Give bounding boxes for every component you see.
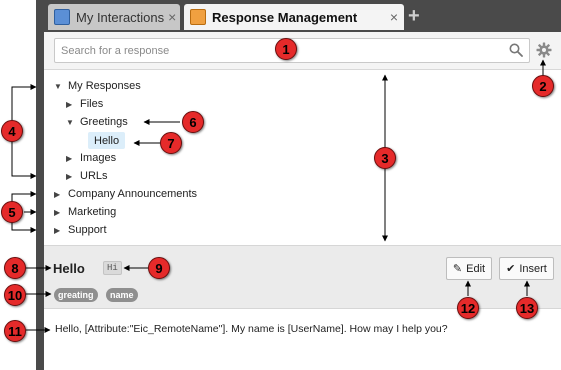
tab-label: Response Management (212, 9, 358, 25)
tree-item-urls[interactable]: ▶ URLs (66, 167, 108, 185)
tree-item-label: Images (80, 152, 117, 164)
tab-label: My Interactions (76, 9, 165, 25)
callout-5: 5 (1, 201, 23, 223)
tree-item-hello[interactable]: Hello (88, 132, 126, 149)
search-area (44, 32, 561, 70)
tree-item-label: My Responses (68, 80, 141, 92)
callout-9: 9 (148, 257, 170, 279)
caret-right-icon[interactable]: ▶ (66, 100, 76, 109)
interactions-icon (54, 9, 70, 25)
callout-3: 3 (374, 147, 396, 169)
caret-down-icon[interactable]: ▼ (66, 118, 76, 127)
callout-6: 6 (182, 111, 204, 133)
edit-button[interactable]: ✎ Edit (446, 257, 492, 280)
tree-item-marketing[interactable]: ▶ Marketing (54, 203, 116, 221)
caret-down-icon[interactable]: ▼ (54, 82, 64, 91)
tree-item-my-responses[interactable]: ▼ My Responses (54, 77, 141, 95)
insert-button[interactable]: ✔ Insert (499, 257, 554, 280)
caret-right-icon[interactable]: ▶ (54, 226, 64, 235)
close-icon[interactable]: × (390, 9, 398, 25)
response-text: Hello, [Attribute:"Eic_RemoteName"]. My … (55, 323, 448, 335)
callout-10: 10 (4, 284, 26, 306)
response-title: Hello (53, 261, 85, 276)
tree-item-greetings[interactable]: ▼ Greetings (66, 113, 128, 131)
keyword-tag: greating (54, 288, 98, 302)
callout-11: 11 (4, 320, 26, 342)
tree-item-label: Hello (94, 134, 120, 147)
tree-item-label: Greetings (80, 116, 128, 128)
caret-right-icon[interactable]: ▶ (54, 208, 64, 217)
response-body: Hello, [Attribute:"Eic_RemoteName"]. My … (44, 310, 561, 370)
tree-item-company-announcements[interactable]: ▶ Company Announcements (54, 185, 197, 203)
callout-8: 8 (4, 257, 26, 279)
callout-4: 4 (1, 120, 23, 142)
response-tree: ▼ My Responses ▶ Files ▼ Greetings Hello… (44, 70, 561, 245)
response-management-icon (190, 9, 206, 25)
tree-item-label: Company Announcements (68, 188, 198, 200)
pencil-icon: ✎ (452, 263, 463, 275)
callout-2: 2 (532, 75, 554, 97)
tree-item-files[interactable]: ▶ Files (66, 95, 103, 113)
insert-button-label: Insert (519, 262, 547, 275)
tree-item-images[interactable]: ▶ Images (66, 149, 116, 167)
tree-item-label: Files (80, 98, 104, 110)
shortcut-badge: Hi (103, 261, 122, 275)
tab-bar: My Interactions × Response Management × … (44, 0, 561, 32)
search-icon[interactable] (509, 43, 523, 57)
tab-my-interactions[interactable]: My Interactions × (48, 4, 180, 30)
caret-right-icon[interactable]: ▶ (66, 172, 76, 181)
caret-right-icon[interactable]: ▶ (54, 190, 64, 199)
add-tab-icon[interactable]: + (408, 6, 420, 26)
callout-7: 7 (160, 132, 182, 154)
tree-item-label: Support (68, 224, 107, 236)
gear-icon[interactable] (536, 42, 552, 58)
callout-12: 12 (457, 297, 479, 319)
keyword-tag: name (106, 288, 138, 302)
tree-item-support[interactable]: ▶ Support (54, 221, 107, 239)
host-window-edge (36, 0, 44, 370)
checkmark-icon: ✔ (506, 263, 516, 275)
tree-item-label: Marketing (68, 206, 117, 218)
tab-response-management[interactable]: Response Management × (184, 4, 404, 30)
close-icon[interactable]: × (168, 9, 176, 25)
response-detail-header: Hello Hi greating name ✎ Edit ✔ Insert (44, 245, 561, 309)
caret-right-icon[interactable]: ▶ (66, 154, 76, 163)
callout-1: 1 (275, 38, 297, 60)
callout-13: 13 (516, 297, 538, 319)
tree-item-label: URLs (80, 170, 108, 182)
edit-button-label: Edit (466, 262, 486, 275)
